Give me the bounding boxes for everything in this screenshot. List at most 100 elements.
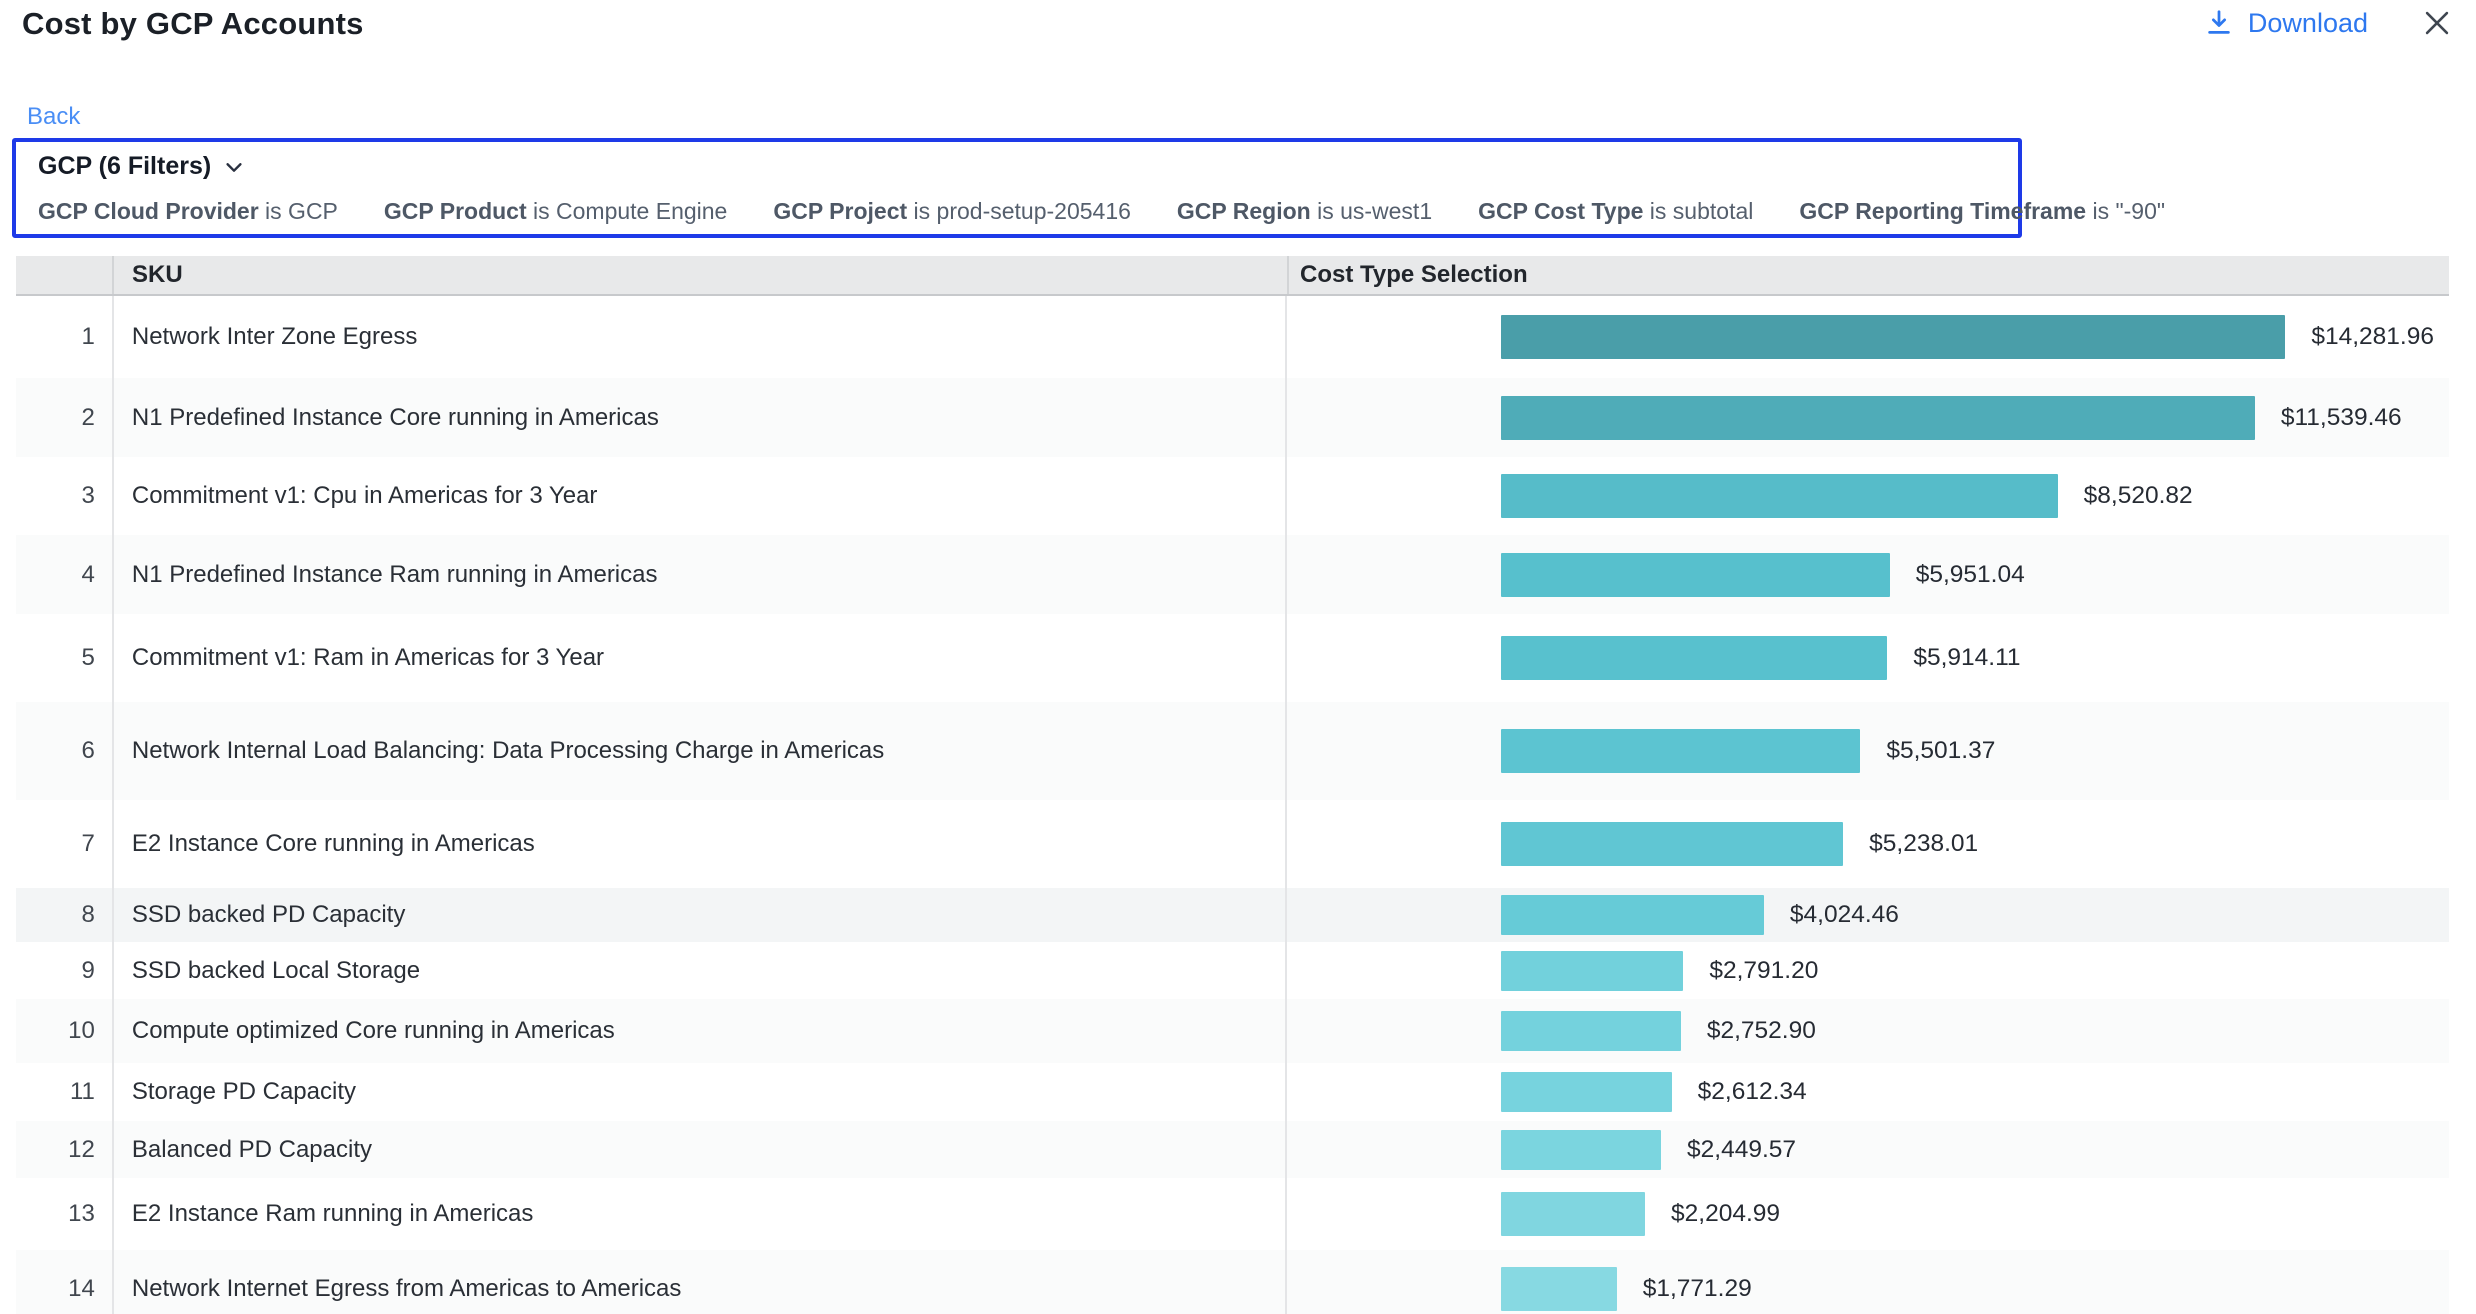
filter-chip-condition: is GCP: [259, 198, 338, 224]
cost-value-label: $2,752.90: [1707, 1017, 1816, 1045]
bar-track: $2,612.34: [1501, 1072, 2434, 1112]
table-row[interactable]: 9SSD backed Local Storage $2,791.20: [16, 942, 2449, 999]
table-row[interactable]: 6Network Internal Load Balancing: Data P…: [16, 702, 2449, 800]
table-row[interactable]: 10Compute optimized Core running in Amer…: [16, 999, 2449, 1063]
table-row[interactable]: 14Network Internet Egress from Americas …: [16, 1250, 2449, 1314]
table-row[interactable]: 1Network Inter Zone Egress $14,281.96: [16, 296, 2449, 378]
close-button[interactable]: [2420, 6, 2454, 40]
filter-chip[interactable]: GCP Cloud Provider is GCP: [38, 198, 338, 225]
row-rank: 2: [16, 378, 112, 457]
filter-chip[interactable]: GCP Reporting Timeframe is "-90": [1799, 198, 2165, 225]
row-sku-label: E2 Instance Core running in Americas: [112, 800, 1285, 888]
cost-value-label: $5,914.11: [1913, 644, 2020, 672]
filter-chip[interactable]: GCP Project is prod-setup-205416: [773, 198, 1131, 225]
cost-bar[interactable]: [1501, 553, 1890, 597]
header-cell-rank: [16, 256, 112, 294]
cost-bar[interactable]: [1501, 1011, 1681, 1051]
row-bar-cell: $5,914.11: [1285, 614, 2449, 702]
download-label: Download: [2248, 8, 2368, 39]
filter-chip-field: GCP Reporting Timeframe: [1799, 198, 2086, 224]
cost-value-label: $14,281.96: [2311, 323, 2434, 351]
row-rank: 9: [16, 942, 112, 999]
table-row[interactable]: 11Storage PD Capacity$2,612.34: [16, 1063, 2449, 1121]
bar-track: $2,204.99: [1501, 1192, 2434, 1236]
cost-bar[interactable]: [1501, 1267, 1617, 1311]
cost-bar[interactable]: [1501, 1130, 1661, 1170]
row-rank: 4: [16, 535, 112, 614]
table-body: 1Network Inter Zone Egress $14,281.96 2N1 …: [16, 296, 2449, 1314]
table-header-row: SKU Cost Type Selection: [16, 256, 2449, 296]
bar-track: $14,281.96: [1501, 315, 2434, 359]
back-link[interactable]: Back: [27, 103, 80, 131]
row-bar-cell: $2,752.90: [1285, 999, 2449, 1063]
cost-value-label: $2,791.20: [1709, 957, 1818, 985]
row-bar-cell: $2,612.34: [1285, 1063, 2449, 1121]
row-rank: 5: [16, 614, 112, 702]
cost-bar[interactable]: [1501, 315, 2285, 359]
row-rank: 12: [16, 1121, 112, 1178]
bar-track: $5,914.11: [1501, 636, 2434, 680]
row-sku-label: Commitment v1: Cpu in Americas for 3 Yea…: [112, 457, 1285, 535]
filter-chip-condition: is "-90": [2086, 198, 2165, 224]
filter-summary-dropdown[interactable]: GCP (6 Filters): [38, 152, 245, 181]
table-row[interactable]: 7E2 Instance Core running in Americas$5,…: [16, 800, 2449, 888]
row-rank: 1: [16, 296, 112, 378]
bar-track: $1,771.29: [1501, 1267, 2434, 1311]
table-row[interactable]: 12Balanced PD Capacity $2,449.57: [16, 1121, 2449, 1178]
row-sku-label: E2 Instance Ram running in Americas: [112, 1178, 1285, 1250]
cost-value-label: $5,501.37: [1886, 737, 1995, 765]
table-row[interactable]: 2N1 Predefined Instance Core running in …: [16, 378, 2449, 457]
table-row[interactable]: 13E2 Instance Ram running in Americas $2,…: [16, 1178, 2449, 1250]
table-row[interactable]: 4N1 Predefined Instance Ram running in A…: [16, 535, 2449, 614]
filter-chip[interactable]: GCP Product is Compute Engine: [384, 198, 727, 225]
row-bar-cell: $2,204.99: [1285, 1178, 2449, 1250]
cost-bar[interactable]: [1501, 396, 2255, 440]
filter-chip-field: GCP Cost Type: [1478, 198, 1643, 224]
row-sku-label: Network Inter Zone Egress: [112, 296, 1285, 378]
cost-bar[interactable]: [1501, 636, 1887, 680]
cost-bar[interactable]: [1501, 1072, 1672, 1112]
download-button[interactable]: Download: [2204, 7, 2368, 39]
table-row[interactable]: 3Commitment v1: Cpu in Americas for 3 Ye…: [16, 457, 2449, 535]
row-rank: 6: [16, 702, 112, 800]
row-bar-cell: $1,771.29: [1285, 1250, 2449, 1314]
cost-value-label: $4,024.46: [1790, 901, 1899, 929]
row-bar-cell: $4,024.46: [1285, 888, 2449, 942]
cost-value-label: $2,449.57: [1687, 1136, 1796, 1164]
cost-bar[interactable]: [1501, 951, 1683, 991]
row-sku-label: Compute optimized Core running in Americ…: [112, 999, 1285, 1063]
row-sku-label: SSD backed Local Storage: [112, 942, 1285, 999]
header-cell-sku: SKU: [112, 256, 1287, 294]
cost-table: SKU Cost Type Selection 1Network Inter Z…: [16, 256, 2449, 1314]
row-bar-cell: $2,449.57: [1285, 1121, 2449, 1178]
cost-bar[interactable]: [1501, 895, 1764, 935]
row-rank: 10: [16, 999, 112, 1063]
filter-chip[interactable]: GCP Cost Type is subtotal: [1478, 198, 1753, 225]
cost-bar[interactable]: [1501, 474, 2058, 518]
row-rank: 7: [16, 800, 112, 888]
row-sku-label: Network Internal Load Balancing: Data Pr…: [112, 702, 1285, 800]
table-row[interactable]: 8SSD backed PD Capacity$4,024.46: [16, 888, 2449, 942]
row-bar-cell: $5,238.01: [1285, 800, 2449, 888]
row-sku-label: N1 Predefined Instance Ram running in Am…: [112, 535, 1285, 614]
cost-by-gcp-accounts-panel: Cost by GCP Accounts Download Back: [0, 0, 2476, 1314]
bar-track: $2,752.90: [1501, 1011, 2434, 1051]
cost-bar[interactable]: [1501, 729, 1860, 773]
close-icon: [2420, 6, 2454, 40]
row-bar-cell: $8,520.82: [1285, 457, 2449, 535]
row-rank: 13: [16, 1178, 112, 1250]
download-icon: [2204, 7, 2234, 39]
row-sku-label: Balanced PD Capacity: [112, 1121, 1285, 1178]
filter-chip-field: GCP Region: [1177, 198, 1311, 224]
cost-value-label: $1,771.29: [1643, 1275, 1752, 1303]
bar-track: $5,501.37: [1501, 729, 2434, 773]
filter-chip[interactable]: GCP Region is us-west1: [1177, 198, 1432, 225]
filter-chip-condition: is subtotal: [1643, 198, 1753, 224]
cost-bar[interactable]: [1501, 1192, 1645, 1236]
row-sku-label: Network Internet Egress from Americas to…: [112, 1250, 1285, 1314]
filter-chip-condition: is Compute Engine: [527, 198, 728, 224]
bar-track: $2,449.57: [1501, 1130, 2434, 1170]
row-rank: 3: [16, 457, 112, 535]
table-row[interactable]: 5Commitment v1: Ram in Americas for 3 Ye…: [16, 614, 2449, 702]
cost-bar[interactable]: [1501, 822, 1843, 866]
